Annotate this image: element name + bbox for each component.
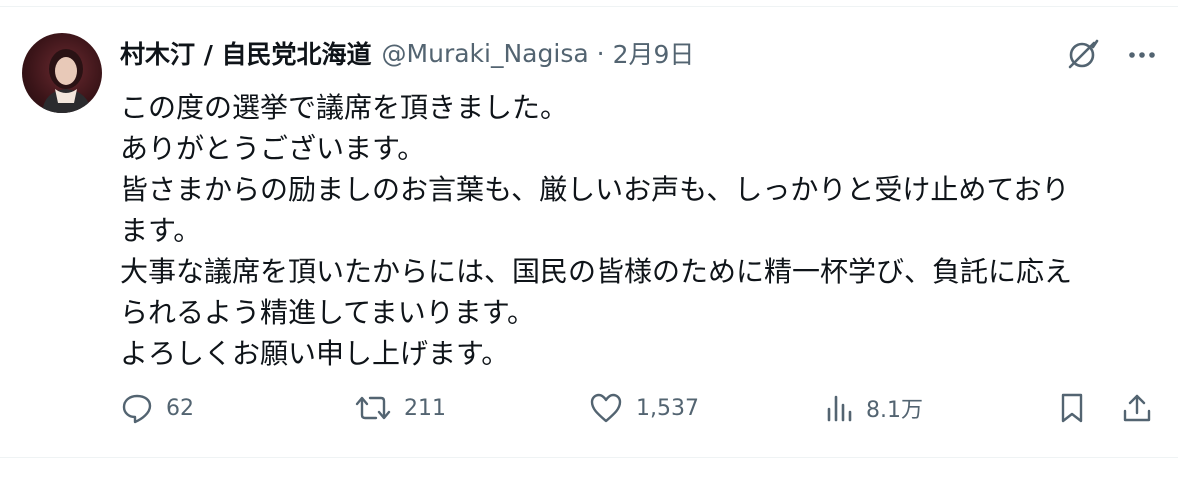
retweet-button[interactable]: 211 <box>354 391 446 425</box>
author-name[interactable]: 村木汀 / 自民党北海道 <box>120 35 372 71</box>
heart-icon <box>588 391 624 425</box>
reply-icon <box>120 391 154 425</box>
avatar[interactable] <box>22 33 102 113</box>
tweet-top-actions <box>1064 37 1158 73</box>
retweet-icon <box>354 391 392 425</box>
avatar-photo <box>42 49 92 113</box>
separator: · <box>596 38 605 68</box>
tweet-actions: 62 211 1,537 8.1万 <box>120 391 1160 437</box>
tweet-text: この度の選挙で議席を頂きました。 ありがとうございます。 皆さまからの励ましのお… <box>120 87 1150 374</box>
bookmark-button[interactable] <box>1056 391 1088 425</box>
tweet[interactable]: 村木汀 / 自民党北海道 @Muraki_Nagisa · 2月9日 この度の選… <box>0 6 1178 458</box>
views-button[interactable]: 8.1万 <box>824 391 923 425</box>
reply-button[interactable]: 62 <box>120 391 194 425</box>
tweet-line: 皆さまからの励ましのお言葉も、厳しいお声も、しっかりと受け止めており <box>120 173 1070 206</box>
like-button[interactable]: 1,537 <box>588 391 699 425</box>
share-button[interactable] <box>1120 391 1154 425</box>
more-icon[interactable] <box>1126 39 1158 71</box>
share-icon <box>1120 391 1154 425</box>
tweet-line: ます。 <box>120 214 202 247</box>
tweet-line: この度の選挙で議席を頂きました。 <box>120 91 569 124</box>
like-count: 1,537 <box>636 395 699 421</box>
views-icon <box>824 391 854 425</box>
reply-count: 62 <box>166 395 194 421</box>
retweet-count: 211 <box>404 395 446 421</box>
views-count: 8.1万 <box>866 398 923 423</box>
tweet-date[interactable]: 2月9日 <box>613 35 695 71</box>
tweet-line: ありがとうございます。 <box>120 132 426 165</box>
author-handle[interactable]: @Muraki_Nagisa <box>382 39 589 68</box>
tweet-line: 大事な議席を頂いたからには、国民の皆様のために精一杯学び、負託に応え <box>120 255 1073 288</box>
tweet-line: よろしくお願い申し上げます。 <box>120 337 510 370</box>
tweet-header: 村木汀 / 自民党北海道 @Muraki_Nagisa · 2月9日 <box>120 33 694 73</box>
grok-icon[interactable] <box>1064 37 1100 73</box>
bookmark-icon <box>1056 391 1088 425</box>
tweet-line: られるよう精進してまいります。 <box>120 296 535 329</box>
